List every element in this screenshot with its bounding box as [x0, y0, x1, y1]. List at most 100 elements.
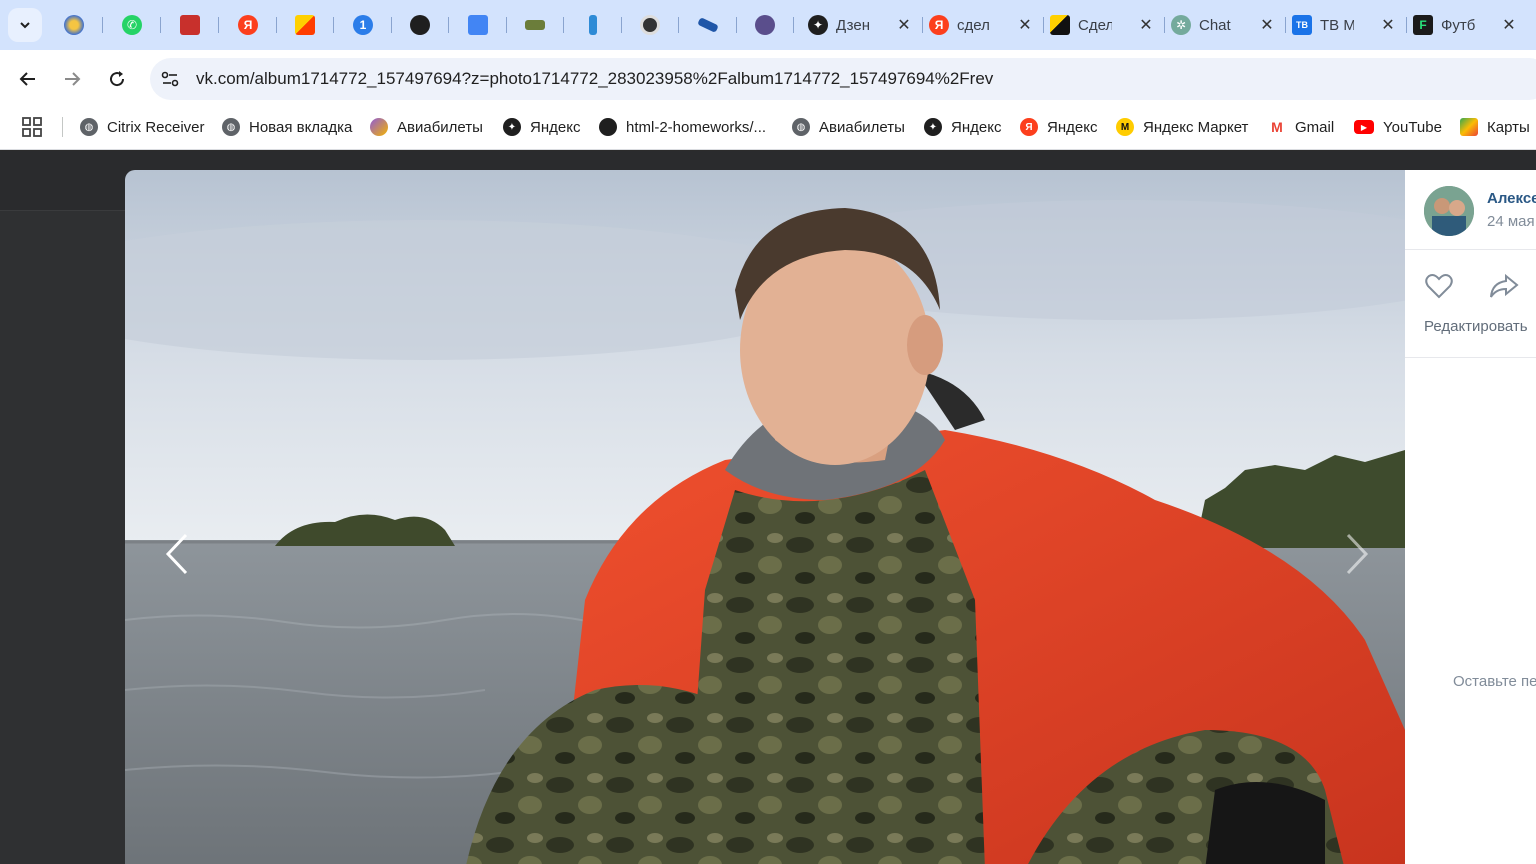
bookmark-label: Gmail: [1295, 118, 1335, 136]
football-icon: F: [1413, 15, 1433, 35]
url-text: vk.com/album1714772_157497694?z=photo171…: [196, 69, 994, 88]
bookmark-label: Яндекс: [1047, 118, 1098, 136]
chevron-down-icon: [20, 22, 30, 29]
generic-site-icon: [1050, 15, 1070, 35]
bookmark-label: html-2-homeworks/...: [626, 118, 767, 136]
person-icon: [755, 15, 775, 35]
bookmark-youtube[interactable]: ▶ YouTube: [1354, 115, 1442, 139]
forward-button[interactable]: [57, 64, 87, 94]
bookmark-label: Яндекс: [530, 118, 581, 136]
pinned-tab-11[interactable]: [635, 10, 679, 40]
maps-icon: [1460, 118, 1478, 136]
comment-placeholder: Оставьте первый комментарий: [1453, 673, 1536, 690]
bookmarks-divider: [62, 117, 63, 137]
site-settings-icon[interactable]: [160, 69, 180, 89]
edit-button[interactable]: Редактировать: [1424, 318, 1528, 335]
github-icon: [599, 118, 617, 136]
pinned-tab-12[interactable]: [693, 10, 737, 40]
author-avatar[interactable]: [1424, 186, 1474, 236]
address-bar[interactable]: vk.com/album1714772_157497694?z=photo171…: [150, 58, 1536, 100]
tab-search-button[interactable]: [8, 8, 42, 42]
close-tab-icon[interactable]: ✕: [1379, 15, 1397, 35]
bookmark-yandex-3[interactable]: Я Яндекс: [1020, 115, 1097, 139]
bookmark-maps[interactable]: Карты: [1460, 115, 1530, 139]
close-tab-icon[interactable]: ✕: [1500, 15, 1518, 35]
tab-yandex[interactable]: Я сдел ✕: [923, 8, 1044, 42]
bookmark-label: Авиабилеты: [397, 118, 483, 136]
pinned-tab-7[interactable]: [405, 10, 449, 40]
pinned-tab-6[interactable]: 1: [348, 10, 392, 40]
arrow-left-icon: [19, 72, 35, 86]
globe-icon: ◍: [222, 118, 240, 136]
close-tab-icon[interactable]: ✕: [1016, 15, 1034, 35]
bookmark-label: Карты: [1487, 118, 1530, 136]
avatar-image: [1424, 186, 1474, 236]
globe-icon: ◍: [80, 118, 98, 136]
apps-grid-icon[interactable]: [22, 117, 42, 137]
bookmark-new-tab[interactable]: ◍ Новая вкладка: [222, 115, 352, 139]
bookmarks-bar: ◍ Citrix Receiver ◍ Новая вкладка Авиабиле…: [0, 108, 1536, 150]
divider: [1405, 357, 1536, 358]
back-button[interactable]: [13, 64, 43, 94]
bookmark-github[interactable]: html-2-homeworks/...: [599, 115, 766, 139]
pinned-tab-5[interactable]: [290, 10, 334, 40]
share-icon[interactable]: [1488, 272, 1520, 300]
pinned-tab-13[interactable]: [750, 10, 794, 40]
coat-of-arms-icon: [180, 15, 200, 35]
yandex-icon: Я: [1020, 118, 1038, 136]
fish-icon: [525, 20, 545, 30]
next-photo-button[interactable]: [1336, 529, 1376, 579]
mail-icon: [295, 15, 315, 35]
browser-toolbar: vk.com/album1714772_157497694?z=photo171…: [0, 50, 1536, 108]
previous-photo-button[interactable]: [158, 529, 198, 579]
whatsapp-icon: ✆: [122, 15, 142, 35]
gosuslugi-icon: [64, 15, 84, 35]
bookmark-market[interactable]: M Яндекс Маркет: [1116, 115, 1248, 139]
close-tab-icon[interactable]: ✕: [1137, 15, 1155, 35]
bookmark-label: Авиабилеты: [819, 118, 905, 136]
page-overlay: Алексей 24 мая Редактировать Оставьте пе…: [0, 151, 1536, 864]
pinned-tab-4[interactable]: Я: [233, 10, 277, 40]
photo-info-panel: Алексей 24 мая Редактировать Оставьте пе…: [1405, 170, 1536, 864]
bookmark-yandex-1[interactable]: ✦ Яндекс: [503, 115, 580, 139]
close-tab-icon[interactable]: ✕: [1258, 15, 1276, 35]
youtube-icon: ▶: [1354, 120, 1374, 134]
bookmark-label: Яндекс Маркет: [1143, 118, 1249, 136]
dzen-icon: ✦: [503, 118, 521, 136]
bookmark-label: Яндекс: [951, 118, 1002, 136]
github-icon: [410, 15, 430, 35]
chatgpt-icon: ✲: [1171, 15, 1191, 35]
pinned-tab-1[interactable]: [59, 10, 103, 40]
close-tab-icon[interactable]: ✕: [895, 15, 913, 35]
tab-dzen[interactable]: ✦ Дзен ✕: [802, 8, 923, 42]
yandex-icon: Я: [238, 15, 258, 35]
pinned-tab-3[interactable]: [175, 10, 219, 40]
tab-chat[interactable]: ✲ Chat ✕: [1165, 8, 1286, 42]
tab-site[interactable]: Сдел ✕: [1044, 8, 1165, 42]
football-ball-icon: [640, 15, 660, 35]
pinned-tab-8[interactable]: [463, 10, 507, 40]
tab-football[interactable]: F Футб ✕: [1407, 8, 1528, 42]
bookmark-yandex-2[interactable]: ✦ Яндекс: [924, 115, 1001, 139]
bookmark-aviasales[interactable]: Авиабилеты: [370, 115, 483, 139]
tab-title: Сдел: [1078, 16, 1112, 34]
reload-icon: [110, 71, 125, 87]
pinned-tab-9[interactable]: [520, 10, 564, 40]
author-name[interactable]: Алексей: [1487, 190, 1536, 207]
aviasales-icon: [370, 118, 388, 136]
arrow-right-icon: [65, 72, 81, 86]
bookmark-citrix[interactable]: ◍ Citrix Receiver: [80, 115, 205, 139]
photo-viewer[interactable]: [125, 170, 1405, 864]
reload-button[interactable]: [102, 64, 132, 94]
tab-title: Футб: [1441, 16, 1475, 34]
tab-title: ТВ М: [1320, 16, 1354, 34]
bookmark-gmail[interactable]: M Gmail: [1268, 115, 1334, 139]
bookmark-aviasales-2[interactable]: ◍ Авиабилеты: [792, 115, 905, 139]
dzen-icon: ✦: [808, 15, 828, 35]
heart-icon[interactable]: [1424, 271, 1454, 301]
tab-tv[interactable]: ТВ ТВ М ✕: [1286, 8, 1407, 42]
pinned-tab-2[interactable]: ✆: [117, 10, 161, 40]
pinned-tab-10[interactable]: [578, 10, 622, 40]
bookmark-label: Новая вкладка: [249, 118, 353, 136]
gmail-icon: M: [1268, 118, 1286, 136]
